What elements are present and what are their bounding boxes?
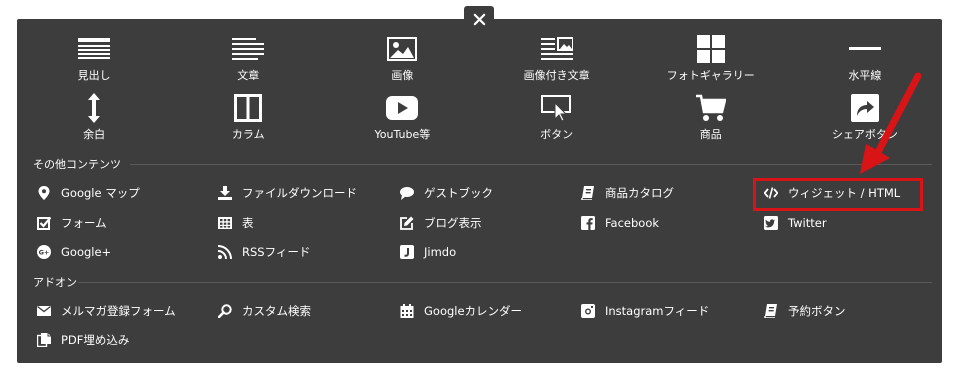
twitter-icon bbox=[763, 215, 779, 231]
item-label: Google+ bbox=[61, 245, 112, 259]
download-icon bbox=[217, 185, 233, 201]
gallery-icon bbox=[694, 34, 728, 64]
edit-icon bbox=[399, 215, 415, 231]
tile-youtube[interactable]: YouTube等 bbox=[325, 93, 479, 143]
item-reservation-button[interactable]: 予約ボタン bbox=[763, 301, 846, 321]
tile-label: ボタン bbox=[540, 128, 574, 141]
item-label: カスタム検索 bbox=[242, 304, 311, 318]
tile-label: 画像付き文章 bbox=[523, 69, 590, 82]
youtube-icon bbox=[385, 93, 419, 123]
item-jimdo[interactable]: Jimdo bbox=[399, 242, 456, 262]
item-google-calendar[interactable]: Googleカレンダー bbox=[399, 301, 522, 321]
section-title-addon: アドオン bbox=[33, 276, 77, 289]
item-guestbook[interactable]: ゲストブック bbox=[399, 183, 493, 203]
item-label: ゲストブック bbox=[424, 186, 493, 200]
item-google-map[interactable]: Google マップ bbox=[36, 183, 140, 203]
item-custom-search[interactable]: カスタム検索 bbox=[217, 301, 311, 321]
item-label: Twitter bbox=[788, 216, 827, 230]
close-button[interactable] bbox=[464, 6, 494, 32]
divider bbox=[78, 282, 932, 283]
rss-icon bbox=[217, 244, 233, 260]
tile-text[interactable]: 文章 bbox=[171, 34, 325, 84]
item-label: 表 bbox=[242, 216, 254, 230]
facebook-icon bbox=[580, 215, 596, 231]
heading-icon bbox=[77, 34, 111, 64]
spacer-icon bbox=[77, 93, 111, 123]
svg-text:G+: G+ bbox=[39, 249, 50, 257]
item-label: 予約ボタン bbox=[788, 304, 846, 318]
divider bbox=[130, 164, 932, 165]
cart-icon bbox=[694, 93, 728, 123]
red-arrow-icon bbox=[860, 72, 922, 174]
item-label: Googleカレンダー bbox=[424, 304, 523, 318]
image-icon bbox=[385, 34, 419, 64]
item-product-catalog[interactable]: 商品カタログ bbox=[580, 183, 674, 203]
tile-columns[interactable]: カラム bbox=[171, 93, 325, 143]
tile-photo-gallery[interactable]: フォトギャラリー bbox=[634, 34, 788, 84]
tile-label: フォトギャラリー bbox=[666, 69, 755, 82]
columns-icon bbox=[231, 93, 265, 123]
map-pin-icon bbox=[36, 185, 52, 201]
close-icon bbox=[473, 13, 485, 25]
item-label: Jimdo bbox=[424, 245, 457, 259]
item-label: Facebook bbox=[605, 216, 660, 230]
pdf-icon bbox=[36, 332, 52, 348]
tile-heading[interactable]: 見出し bbox=[17, 34, 171, 84]
book-icon bbox=[580, 185, 596, 201]
chat-bubble-icon bbox=[399, 185, 415, 201]
item-label: ファイルダウンロード bbox=[242, 186, 357, 200]
tile-button[interactable]: ボタン bbox=[480, 93, 634, 143]
tile-label: YouTube等 bbox=[374, 128, 431, 141]
tile-label: 画像 bbox=[391, 69, 414, 82]
mail-icon bbox=[36, 303, 52, 319]
item-mail-magazine[interactable]: メルマガ登録フォーム bbox=[36, 301, 176, 321]
horizontal-line-icon bbox=[848, 34, 882, 64]
calendar-icon bbox=[399, 303, 415, 319]
item-facebook[interactable]: Facebook bbox=[580, 213, 659, 233]
item-label: 商品カタログ bbox=[605, 186, 674, 200]
item-form[interactable]: フォーム bbox=[36, 213, 107, 233]
tile-spacer[interactable]: 余白 bbox=[17, 93, 171, 143]
item-google-plus[interactable]: G+ Google+ bbox=[36, 242, 111, 262]
item-pdf-embed[interactable]: PDF埋め込み bbox=[36, 330, 129, 350]
item-label: RSSフィード bbox=[242, 245, 311, 259]
item-label: フォーム bbox=[61, 216, 107, 230]
item-instagram-feed[interactable]: Instagramフィード bbox=[580, 301, 709, 321]
item-rss-feed[interactable]: RSSフィード bbox=[217, 242, 310, 262]
item-label: ブログ表示 bbox=[424, 216, 482, 230]
instagram-icon bbox=[580, 303, 596, 319]
checkbox-icon bbox=[36, 215, 52, 231]
tile-label: 商品 bbox=[699, 128, 722, 141]
tile-image[interactable]: 画像 bbox=[325, 34, 479, 84]
table-icon bbox=[217, 215, 233, 231]
tile-label: カラム bbox=[231, 128, 265, 141]
image-text-icon bbox=[540, 34, 574, 64]
tile-image-text[interactable]: 画像付き文章 bbox=[480, 34, 634, 84]
item-table[interactable]: 表 bbox=[217, 213, 254, 233]
search-icon bbox=[217, 303, 233, 319]
button-icon bbox=[540, 93, 574, 123]
section-title-other: その他コンテンツ bbox=[33, 158, 121, 171]
content-type-grid: 見出し 文章 画像 画像付き文章 フォトギャラリー 水平線 余白 カラム You… bbox=[17, 34, 942, 143]
item-label: Instagramフィード bbox=[605, 304, 710, 318]
item-label: メルマガ登録フォーム bbox=[61, 304, 176, 318]
tile-label: 文章 bbox=[237, 69, 260, 82]
google-plus-icon: G+ bbox=[36, 244, 52, 260]
item-label: Google マップ bbox=[61, 186, 140, 200]
item-label: PDF埋め込み bbox=[61, 333, 130, 347]
item-file-download[interactable]: ファイルダウンロード bbox=[217, 183, 357, 203]
jimdo-icon bbox=[399, 244, 415, 260]
tile-label: 余白 bbox=[83, 128, 106, 141]
highlight-annotation bbox=[753, 178, 923, 211]
tile-label: 見出し bbox=[77, 69, 111, 82]
text-icon bbox=[231, 34, 265, 64]
item-blog-display[interactable]: ブログ表示 bbox=[399, 213, 482, 233]
item-twitter[interactable]: Twitter bbox=[763, 213, 827, 233]
tile-product[interactable]: 商品 bbox=[634, 93, 788, 143]
book-icon bbox=[763, 303, 779, 319]
